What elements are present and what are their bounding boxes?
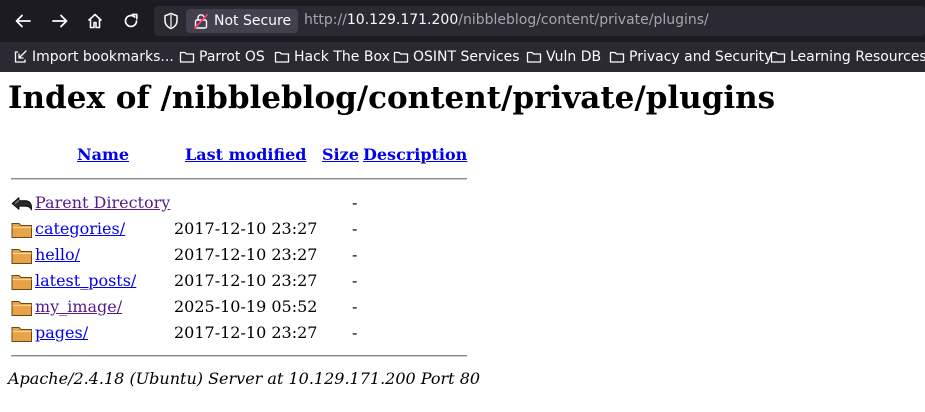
entry-name-cell[interactable]: hello/ <box>35 245 80 265</box>
sort-by-size-link[interactable]: Size <box>322 145 359 164</box>
entry-size-cell: - <box>352 271 358 290</box>
entry-size-cell: - <box>352 245 358 264</box>
folder-icon <box>11 301 32 316</box>
directory-listing: Name Last modified Size Description Pare… <box>0 0 925 412</box>
footer-divider <box>11 355 467 357</box>
column-header-name[interactable]: Name <box>77 145 129 165</box>
entry-size-cell: - <box>352 323 358 342</box>
sort-by-name-link[interactable]: Name <box>77 145 129 164</box>
entry-size-cell: - <box>352 219 358 238</box>
back-arrow-icon <box>11 197 32 211</box>
entry-modified-cell: 2017-12-10 23:27 <box>174 219 318 238</box>
entry-name-cell[interactable]: latest_posts/ <box>35 271 136 291</box>
entry-modified-cell: 2017-12-10 23:27 <box>174 323 318 342</box>
entry-link[interactable]: categories/ <box>35 219 125 238</box>
server-signature: Apache/2.4.18 (Ubuntu) Server at 10.129.… <box>8 369 481 388</box>
entry-modified-cell: 2025-10-19 05:52 <box>174 297 318 316</box>
entry-modified-cell: 2017-12-10 23:27 <box>174 271 318 290</box>
column-header-description[interactable]: Description <box>363 145 467 165</box>
header-divider <box>11 178 467 180</box>
folder-icon <box>11 249 32 264</box>
column-header-last-modified[interactable]: Last modified <box>185 145 306 165</box>
parent-size-cell: - <box>352 193 358 212</box>
folder-icon <box>11 327 32 342</box>
sort-by-description-link[interactable]: Description <box>363 145 467 164</box>
sort-by-modified-link[interactable]: Last modified <box>185 145 306 164</box>
folder-icon <box>11 223 32 238</box>
entry-link[interactable]: hello/ <box>35 245 80 264</box>
entry-size-cell: - <box>352 297 358 316</box>
entry-name-cell[interactable]: categories/ <box>35 219 125 239</box>
parent-directory-link[interactable]: Parent Directory <box>35 193 170 212</box>
entry-link[interactable]: latest_posts/ <box>35 271 136 290</box>
entry-modified-cell: 2017-12-10 23:27 <box>174 245 318 264</box>
entry-link[interactable]: pages/ <box>35 323 88 342</box>
entry-name-cell[interactable]: pages/ <box>35 323 88 343</box>
parent-directory-cell[interactable]: Parent Directory <box>35 193 170 213</box>
entry-name-cell[interactable]: my_image/ <box>35 297 122 317</box>
column-header-size[interactable]: Size <box>322 145 359 165</box>
folder-icon <box>11 275 32 290</box>
entry-link[interactable]: my_image/ <box>35 297 122 316</box>
